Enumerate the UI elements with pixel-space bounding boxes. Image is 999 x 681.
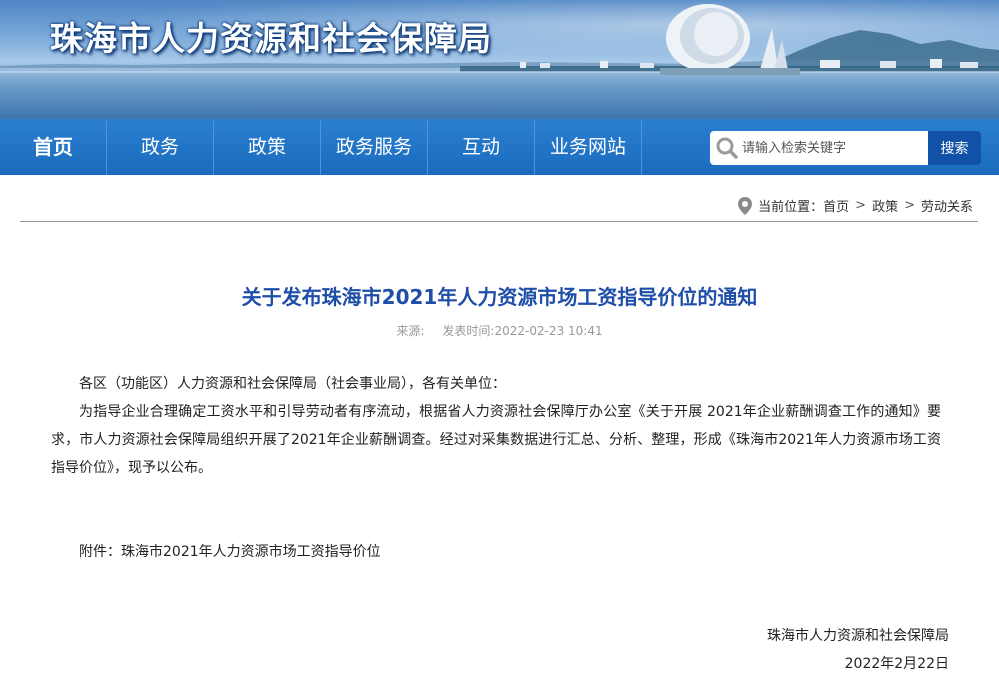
signature-date: 2022年2月22日 xyxy=(844,656,949,672)
article-meta: 来源: 发表时间:2022-02-23 10:41 xyxy=(0,322,999,339)
nav-item-interaction[interactable]: 互动 xyxy=(428,119,535,175)
nav-item-government-affairs[interactable]: 政务 xyxy=(107,119,214,175)
article-signature: 珠海市人力资源和社会保障局 2022年2月22日 xyxy=(767,622,949,678)
nav-item-policy[interactable]: 政策 xyxy=(214,119,321,175)
shoreline-city xyxy=(0,59,999,73)
breadcrumb-link-labor-relations[interactable]: 劳动关系 xyxy=(921,196,973,215)
breadcrumb-link-policy[interactable]: 政策 xyxy=(872,196,898,215)
main-nav: 首页 政务 政策 政务服务 互动 业务网站 搜索 xyxy=(0,119,999,175)
article-body-paragraph: 为指导企业合理确定工资水平和引导劳动者有序流动，根据省人力资源社会保障厅办公室《… xyxy=(51,404,941,476)
site-title: 珠海市人力资源和社会保障局 xyxy=(50,19,492,58)
breadcrumb-link-home[interactable]: 首页 xyxy=(823,196,849,215)
search-button[interactable]: 搜索 xyxy=(928,131,981,165)
article-source: 来源: xyxy=(396,324,425,338)
article-content: 各区（功能区）人力资源和社会保障局（社会事业局），各有关单位： 为指导企业合理确… xyxy=(51,370,941,482)
opera-house-building xyxy=(660,4,800,75)
nav-item-home[interactable]: 首页 xyxy=(0,119,107,175)
article-title: 关于发布珠海市2021年人力资源市场工资指导价位的通知 xyxy=(241,285,758,309)
location-pin-icon xyxy=(738,196,753,215)
search-input[interactable] xyxy=(742,133,922,163)
breadcrumb: 当前位置： 首页 > 政策 > 劳动关系 xyxy=(738,196,973,215)
search-icon xyxy=(716,137,738,159)
breadcrumb-divider xyxy=(20,221,978,222)
header-banner: 珠海市人力资源和社会保障局 xyxy=(0,0,999,119)
nav-item-government-services[interactable]: 政务服务 xyxy=(321,119,428,175)
breadcrumb-separator: > xyxy=(855,198,867,213)
article-publish-time: 发表时间:2022-02-23 10:41 xyxy=(442,324,603,338)
breadcrumb-separator: > xyxy=(904,198,915,213)
article-attachment: 附件：珠海市2021年人力资源市场工资指导价位 xyxy=(79,544,381,560)
signature-organization: 珠海市人力资源和社会保障局 xyxy=(767,628,949,644)
nav-item-business-sites[interactable]: 业务网站 xyxy=(535,119,642,175)
breadcrumb-prefix: 当前位置： xyxy=(758,200,824,215)
search-box xyxy=(710,131,928,165)
article-greeting: 各区（功能区）人力资源和社会保障局（社会事业局），各有关单位： xyxy=(79,376,506,392)
